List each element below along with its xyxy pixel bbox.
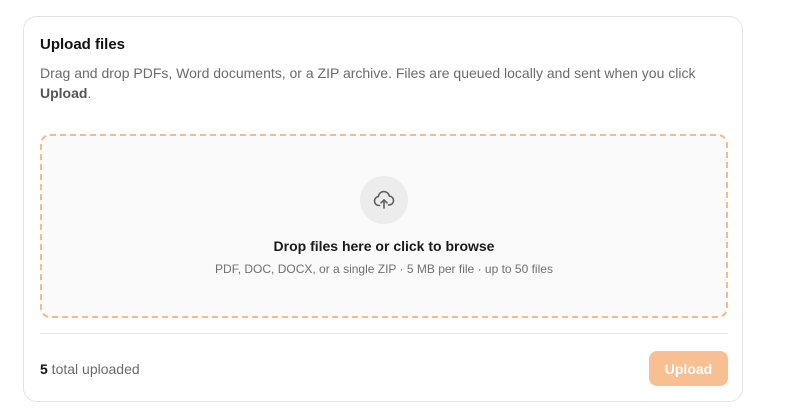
description-suffix: . — [87, 85, 92, 101]
description-upload-emphasis: Upload — [40, 85, 88, 101]
upload-card: Upload files Drag and drop PDFs, Word do… — [23, 16, 743, 402]
dropzone-title: Drop files here or click to browse — [273, 238, 495, 254]
card-title: Upload files — [40, 36, 126, 53]
uploaded-count-text: 5 total uploaded — [40, 360, 140, 378]
dropzone-hint: PDF, DOC, DOCX, or a single ZIP · 5 MB p… — [215, 262, 553, 276]
upload-icon-badge — [360, 176, 408, 224]
footer-divider — [40, 333, 728, 334]
uploaded-count-label: total uploaded — [47, 361, 140, 377]
file-dropzone[interactable]: Drop files here or click to browse PDF, … — [40, 134, 728, 318]
cloud-upload-icon — [373, 190, 395, 209]
description-text: Drag and drop PDFs, Word documents, or a… — [40, 65, 696, 81]
uploaded-count: 5 — [40, 361, 48, 377]
card-description: Drag and drop PDFs, Word documents, or a… — [40, 63, 700, 103]
upload-button[interactable]: Upload — [649, 351, 728, 386]
